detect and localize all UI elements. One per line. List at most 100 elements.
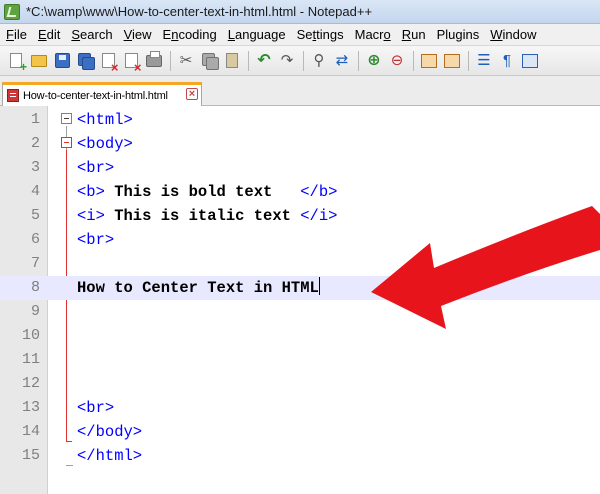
code-line[interactable]: 9 bbox=[0, 300, 600, 324]
menu-encoding[interactable]: Encoding bbox=[158, 27, 222, 42]
menu-mnemonic: V bbox=[123, 27, 133, 42]
menu-plugins[interactable]: Plugins bbox=[432, 27, 485, 42]
code-line[interactable]: 10 bbox=[0, 324, 600, 348]
menu-view[interactable]: View bbox=[119, 27, 157, 42]
title-bar: *C:\wamp\www\How-to-center-text-in-html.… bbox=[0, 0, 600, 24]
menu-label-part: iew bbox=[132, 27, 152, 42]
line-number: 4 bbox=[30, 183, 40, 200]
code-line[interactable]: 1 <html> bbox=[0, 108, 600, 132]
print-icon[interactable] bbox=[144, 50, 164, 71]
code-line[interactable]: 8 How to Center Text in HTML bbox=[0, 276, 600, 300]
unsaved-file-icon bbox=[7, 89, 19, 102]
menu-file[interactable]: File bbox=[1, 27, 32, 42]
undo-icon[interactable]: ↶ bbox=[254, 51, 274, 71]
html-tag: <br> bbox=[77, 231, 115, 249]
toolbar: ✂ ↶ ↷ ⚲ ⇄ ⊕ ⊖ ☰ ¶ bbox=[0, 46, 600, 76]
notepad-plus-plus-icon bbox=[4, 3, 20, 20]
html-tag: <i> bbox=[77, 207, 105, 225]
line-number: 13 bbox=[21, 399, 40, 416]
menu-bar: File Edit Search View Encoding Language Settin… bbox=[0, 24, 600, 46]
editor[interactable]: 1 <html> 2 <body> 3 <br> 4 <b> This is bold tex… bbox=[0, 106, 600, 494]
line-number: 12 bbox=[21, 375, 40, 392]
code-line[interactable]: 15 </html> bbox=[0, 444, 600, 468]
save-all-icon[interactable] bbox=[75, 51, 95, 71]
menu-run[interactable]: Run bbox=[397, 27, 431, 42]
window-title: *C:\wamp\www\How-to-center-text-in-html.… bbox=[26, 4, 373, 19]
line-number: 5 bbox=[30, 207, 40, 224]
line-number: 3 bbox=[30, 159, 40, 176]
menu-label-part: Macr bbox=[354, 27, 384, 42]
menu-mnemonic: o bbox=[383, 27, 391, 42]
code-text: This is italic text bbox=[104, 207, 301, 225]
close-all-icon[interactable] bbox=[121, 51, 142, 74]
paste-icon[interactable] bbox=[222, 51, 242, 71]
menu-label-part: E bbox=[162, 27, 172, 42]
code-line[interactable]: 2 <body> bbox=[0, 132, 600, 156]
menu-search[interactable]: Search bbox=[66, 27, 117, 42]
menu-edit[interactable]: Edit bbox=[33, 27, 65, 42]
show-all-chars-icon[interactable]: ¶ bbox=[497, 51, 517, 71]
line-number: 10 bbox=[21, 327, 40, 344]
code-content: <i> This is italic text </i> bbox=[77, 204, 337, 228]
code-content: <b> This is bold text </b> bbox=[77, 180, 337, 204]
code-content: </body> bbox=[77, 420, 142, 444]
code-content: How to Center Text in HTML bbox=[77, 276, 320, 300]
html-tag: </i> bbox=[300, 207, 338, 225]
code-line[interactable]: 12 bbox=[0, 372, 600, 396]
menu-mnemonic: L bbox=[227, 27, 235, 42]
menu-mnemonic: E bbox=[37, 27, 47, 42]
line-number: 9 bbox=[30, 303, 40, 320]
code-line[interactable]: 7 bbox=[0, 252, 600, 276]
copy-icon[interactable] bbox=[199, 51, 219, 71]
menu-mnemonic: S bbox=[71, 27, 81, 42]
menu-settings[interactable]: Settings bbox=[292, 27, 349, 42]
code-line[interactable]: 14 </body> bbox=[0, 420, 600, 444]
html-tag: <html> bbox=[77, 111, 133, 129]
new-file-icon[interactable] bbox=[6, 51, 27, 73]
html-tag: </html> bbox=[77, 447, 143, 465]
menu-window[interactable]: Window bbox=[485, 27, 541, 42]
code-content: </html> bbox=[77, 444, 142, 468]
code-line[interactable]: 3 <br> bbox=[0, 156, 600, 180]
replace-icon[interactable]: ⇄ bbox=[332, 51, 352, 71]
code-line[interactable]: 13 <br> bbox=[0, 396, 600, 420]
line-number: 2 bbox=[30, 135, 40, 152]
menu-label-part: un bbox=[411, 27, 426, 42]
code-line[interactable]: 11 bbox=[0, 348, 600, 372]
menu-label-part: ile bbox=[13, 27, 27, 42]
find-icon[interactable]: ⚲ bbox=[309, 51, 329, 71]
close-tab-icon[interactable]: × bbox=[186, 88, 198, 100]
code-line[interactable]: 5 <i> This is italic text </i> bbox=[0, 204, 600, 228]
menu-mnemonic: F bbox=[6, 27, 14, 42]
toolbar-separator bbox=[358, 50, 359, 71]
menu-label-part: earch bbox=[80, 27, 113, 42]
indent-guide-icon[interactable] bbox=[520, 51, 540, 71]
menu-label-part: tings bbox=[316, 27, 344, 42]
menu-label-part: Plugins bbox=[436, 27, 480, 42]
open-folder-icon[interactable] bbox=[29, 51, 49, 71]
tab-label: How-to-center-text-in-html.html bbox=[23, 89, 168, 102]
code-content: <br> bbox=[77, 228, 114, 252]
code-line[interactable]: 4 <b> This is bold text </b> bbox=[0, 180, 600, 204]
menu-language[interactable]: Language bbox=[223, 27, 291, 42]
sync-h-icon[interactable] bbox=[442, 51, 462, 71]
zoom-in-icon[interactable]: ⊕ bbox=[364, 51, 384, 71]
word-wrap-icon[interactable]: ☰ bbox=[474, 51, 494, 71]
toolbar-separator bbox=[468, 50, 469, 71]
code-text: This is bold text bbox=[104, 183, 301, 201]
close-file-icon[interactable] bbox=[98, 51, 119, 74]
line-number: 8 bbox=[30, 279, 40, 296]
html-tag: </body> bbox=[77, 423, 143, 441]
zoom-out-icon[interactable]: ⊖ bbox=[387, 51, 407, 71]
cut-icon[interactable]: ✂ bbox=[176, 51, 196, 71]
tab-how-to-center-text[interactable]: How-to-center-text-in-html.html × bbox=[2, 82, 202, 106]
menu-macro[interactable]: Macro bbox=[350, 27, 396, 42]
code-line[interactable]: 6 <br> bbox=[0, 228, 600, 252]
code-content: <body> bbox=[77, 132, 133, 156]
redo-icon[interactable]: ↷ bbox=[277, 51, 297, 71]
save-icon[interactable] bbox=[52, 51, 72, 71]
code-text: How to Center Text in HTML bbox=[77, 279, 319, 297]
sync-v-icon[interactable] bbox=[419, 51, 439, 71]
menu-label-part: anguage bbox=[234, 27, 286, 42]
code-content: <br> bbox=[77, 396, 114, 420]
